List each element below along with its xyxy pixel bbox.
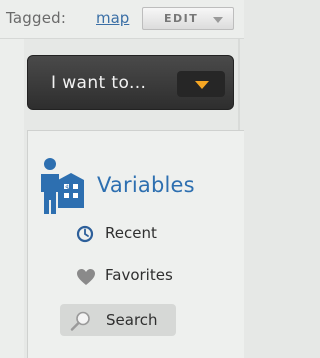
magnifier-icon bbox=[70, 311, 92, 335]
heart-icon bbox=[76, 268, 96, 290]
chevron-down-icon bbox=[213, 17, 223, 23]
dropdown-toggle[interactable] bbox=[177, 71, 225, 97]
menu-item-label: Favorites bbox=[105, 266, 173, 284]
left-gutter bbox=[0, 39, 24, 358]
edit-tags-button[interactable]: EDIT bbox=[142, 7, 234, 30]
variables-person-icon: $ bbox=[40, 156, 94, 220]
svg-text:$: $ bbox=[65, 184, 69, 192]
tag-link-map[interactable]: map bbox=[96, 9, 129, 27]
edit-button-label: EDIT bbox=[164, 12, 199, 25]
tag-bar: Tagged: map EDIT bbox=[0, 0, 244, 39]
i-want-to-label: I want to... bbox=[51, 73, 147, 93]
clock-icon bbox=[76, 225, 94, 247]
menu-item-label: Search bbox=[106, 311, 158, 329]
variables-heading: Variables bbox=[97, 173, 195, 197]
menu-item-search[interactable]: Search bbox=[60, 304, 176, 336]
tagged-label: Tagged: bbox=[6, 9, 67, 27]
menu-item-label: Recent bbox=[105, 224, 157, 242]
i-want-to-dropdown-button[interactable]: I want to... bbox=[27, 55, 234, 110]
dropdown-arrow-icon bbox=[195, 81, 209, 89]
